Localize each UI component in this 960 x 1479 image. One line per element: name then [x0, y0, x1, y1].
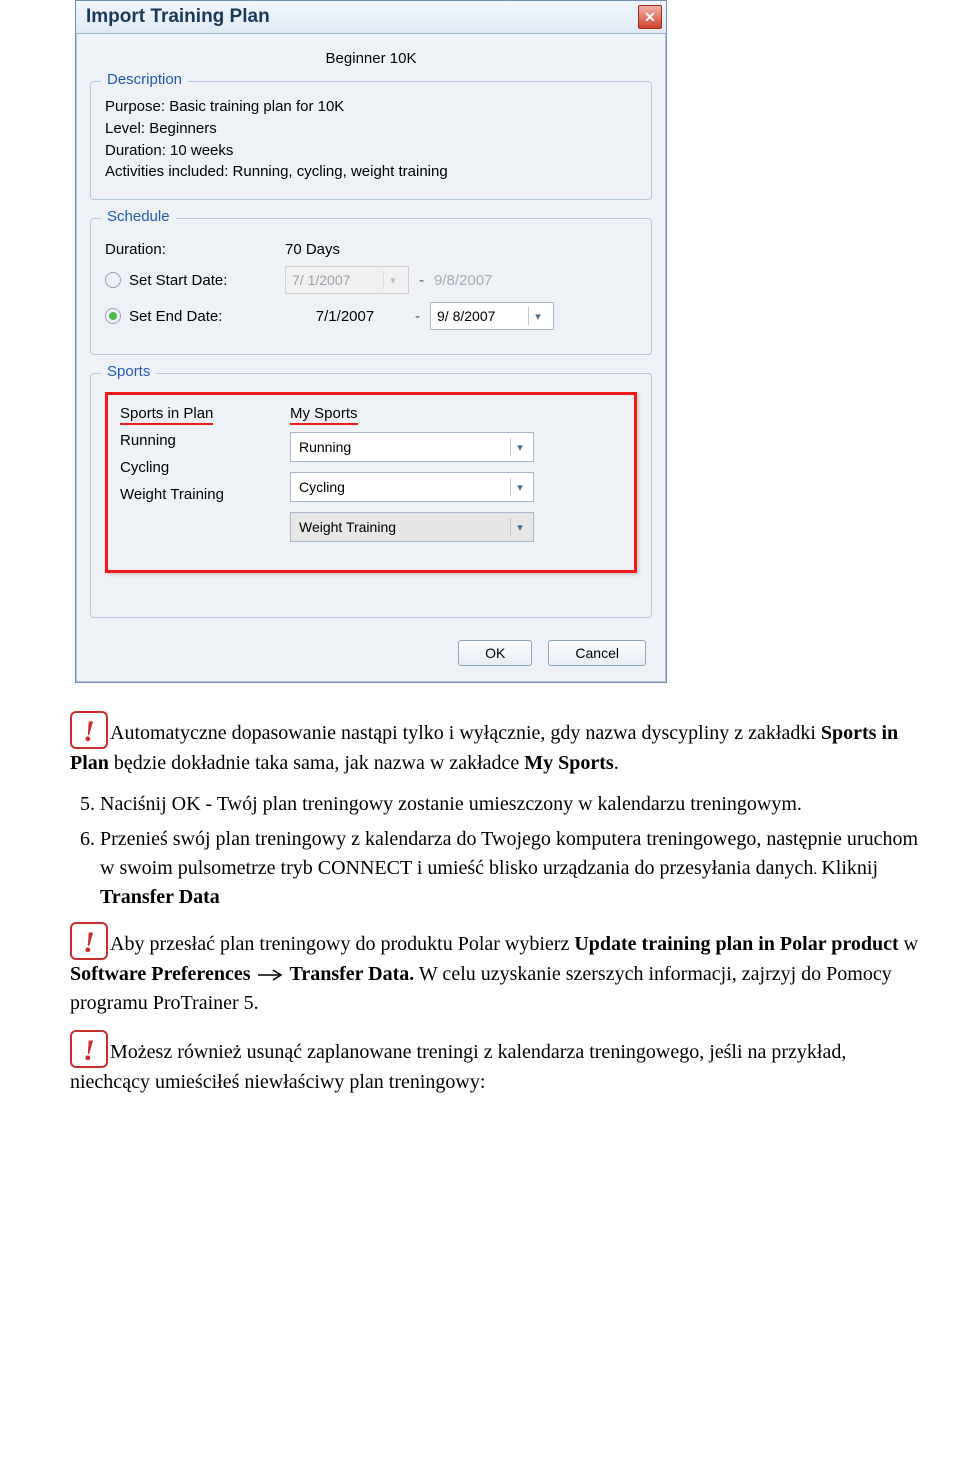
bold: Transfer Data.: [289, 963, 414, 985]
note-paragraph: Możesz również usunąć zaplanowane trenin…: [70, 1030, 920, 1097]
sports-in-plan-header: Sports in Plan: [120, 405, 213, 425]
schedule-legend: Schedule: [101, 208, 176, 225]
end-date-label: Set End Date:: [129, 308, 285, 325]
warning-icon: [70, 922, 108, 960]
bold: Software Preferences: [70, 963, 250, 985]
text: będzie dokładnie taka sama, jak nazwa w …: [109, 752, 524, 774]
radio-start-date[interactable]: [105, 272, 121, 288]
list-item: Naciśnij OK - Twój plan treningowy zosta…: [100, 790, 920, 819]
combo-value: Cycling: [299, 479, 345, 495]
desc-line: Activities included: Running, cycling, w…: [105, 161, 637, 183]
chevron-down-icon[interactable]: ▾: [528, 307, 547, 325]
dialog-subtitle: Beginner 10K: [90, 50, 652, 67]
radio-end-date[interactable]: [105, 308, 121, 324]
arrow-right-icon: [257, 968, 287, 982]
text: Przenieś swój plan treningowy z kalendar…: [100, 828, 918, 879]
end-date-value: 9/ 8/2007: [437, 308, 495, 324]
sports-fieldset: Sports Sports in Plan Running Cycling We…: [90, 373, 652, 618]
desc-line: Level: Beginners: [105, 118, 637, 140]
bold: Transfer Data: [100, 886, 220, 908]
sports-highlight: Sports in Plan Running Cycling Weight Tr…: [105, 392, 637, 573]
bold: My Sports: [524, 752, 613, 774]
sports-legend: Sports: [101, 363, 156, 380]
end-start-text: 7/1/2007: [285, 308, 405, 325]
note-paragraph: Aby przesłać plan treningowy do produktu…: [70, 922, 920, 1018]
start-date-value: 7/ 1/2007: [292, 272, 350, 288]
duration-label: Duration:: [105, 241, 285, 258]
my-sport-combo[interactable]: Cycling ▾: [290, 472, 534, 502]
text: .: [614, 752, 619, 774]
plan-sport: Cycling: [120, 459, 290, 476]
text: w: [899, 933, 918, 955]
description-legend: Description: [101, 71, 188, 88]
text: Kliknij: [821, 857, 878, 879]
close-icon[interactable]: ✕: [638, 5, 662, 29]
chevron-down-icon: ▾: [383, 271, 402, 289]
text: Możesz również usunąć zaplanowane trenin…: [70, 1041, 846, 1093]
plan-sport: Running: [120, 432, 290, 449]
description-fieldset: Description Purpose: Basic training plan…: [90, 81, 652, 200]
my-sport-combo[interactable]: Weight Training ▾: [290, 512, 534, 542]
start-date-label: Set Start Date:: [129, 272, 285, 289]
plan-sport: Weight Training: [120, 486, 290, 503]
dash: -: [419, 272, 424, 289]
warning-icon: [70, 1030, 108, 1068]
chevron-down-icon[interactable]: ▾: [510, 518, 529, 536]
dash: -: [415, 308, 420, 325]
combo-value: Weight Training: [299, 519, 396, 535]
list-item: Przenieś swój plan treningowy z kalendar…: [100, 825, 920, 912]
my-sport-combo[interactable]: Running ▾: [290, 432, 534, 462]
ok-button[interactable]: OK: [458, 640, 532, 666]
schedule-fieldset: Schedule Duration: 70 Days Set Start Dat…: [90, 218, 652, 355]
chevron-down-icon[interactable]: ▾: [510, 478, 529, 496]
warning-icon: [70, 711, 108, 749]
duration-value: 70 Days: [285, 241, 385, 258]
dialog-title: Import Training Plan: [86, 6, 270, 28]
combo-value: Running: [299, 439, 351, 455]
text: Automatyczne dopasowanie nastąpi tylko i…: [110, 722, 821, 744]
my-sports-header: My Sports: [290, 405, 358, 425]
desc-line: Duration: 10 weeks: [105, 140, 637, 162]
note-paragraph: Automatyczne dopasowanie nastąpi tylko i…: [70, 711, 920, 778]
titlebar: Import Training Plan ✕: [76, 1, 666, 34]
start-date-input: 7/ 1/2007 ▾: [285, 266, 409, 294]
text: Naciśnij OK - Twój plan treningowy zosta…: [100, 793, 802, 815]
bold: Update training plan in Polar product: [574, 933, 898, 955]
document-body: Automatyczne dopasowanie nastąpi tylko i…: [70, 711, 920, 1097]
text: Aby przesłać plan treningowy do produktu…: [110, 933, 574, 955]
steps-list: Naciśnij OK - Twój plan treningowy zosta…: [70, 790, 920, 912]
end-date-input[interactable]: 9/ 8/2007 ▾: [430, 302, 554, 330]
import-training-plan-dialog: Import Training Plan ✕ Beginner 10K Desc…: [75, 0, 667, 683]
chevron-down-icon[interactable]: ▾: [510, 438, 529, 456]
start-end-ghost: 9/8/2007: [434, 272, 492, 289]
text: [250, 963, 255, 985]
desc-line: Purpose: Basic training plan for 10K: [105, 96, 637, 118]
cancel-button[interactable]: Cancel: [548, 640, 646, 666]
